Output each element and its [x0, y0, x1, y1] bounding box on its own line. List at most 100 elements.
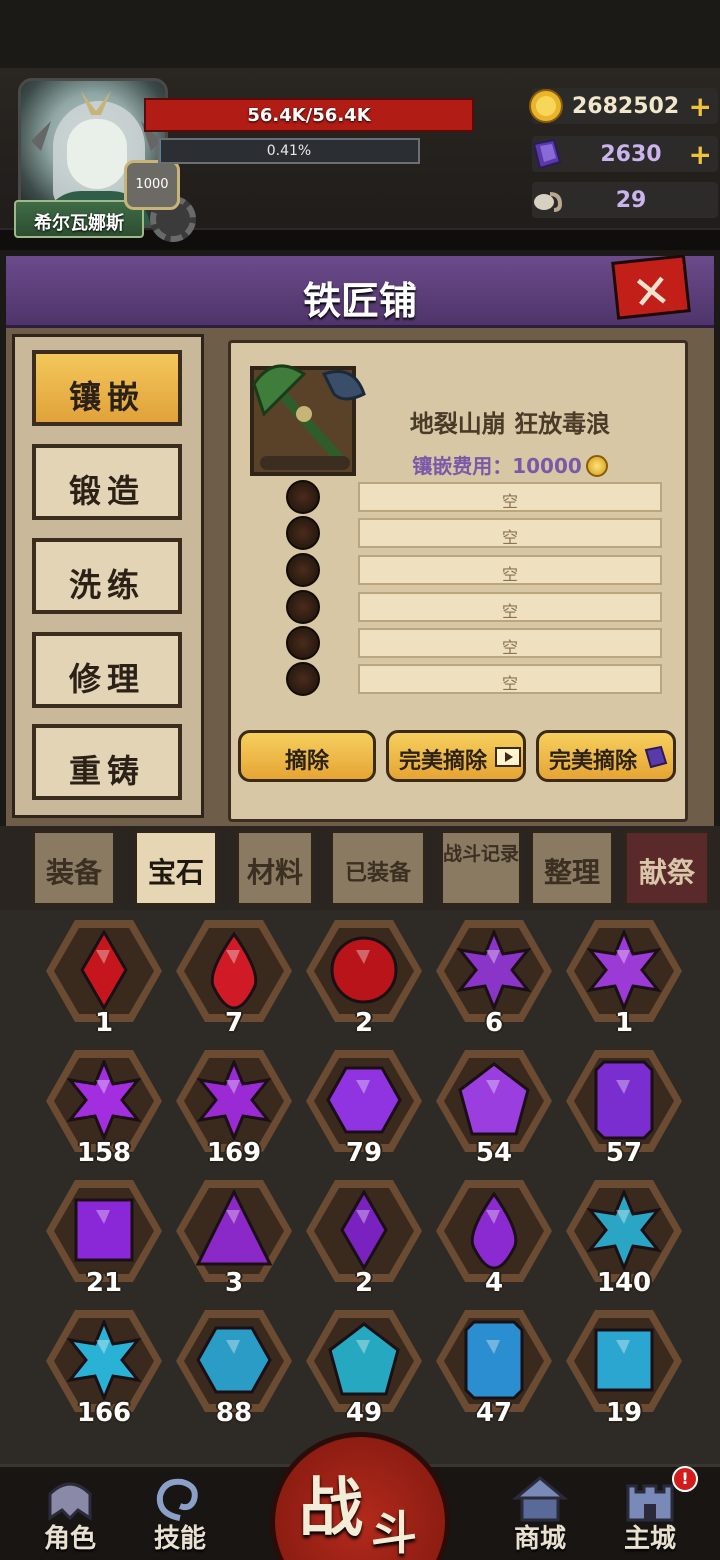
menu-repair-button[interactable]: 修理 — [32, 632, 182, 708]
ram-skull-icon — [534, 192, 563, 212]
add-crystal-button[interactable]: + — [689, 138, 712, 171]
slot-text: 空 — [501, 674, 518, 693]
dragon-axe-icon — [252, 364, 366, 468]
video-ad-icon — [495, 747, 521, 767]
gem-slot-row[interactable]: 空 — [286, 553, 664, 587]
gem-slot-row[interactable]: 空 — [286, 480, 664, 514]
nav-label: 角色 — [43, 1524, 96, 1554]
perfect-remove-ad-button[interactable]: 完美摘除 — [386, 730, 526, 782]
gold-amount: 2682502 — [572, 94, 680, 119]
menu-recast-button[interactable]: 重铸 — [32, 724, 182, 800]
helmet-icon — [48, 1482, 92, 1521]
slot-text: 空 — [501, 602, 518, 621]
pentagon-gem-icon — [328, 1322, 400, 1396]
tab-gems[interactable]: 宝石 — [134, 830, 218, 906]
gem-item[interactable]: 1 — [564, 916, 684, 1038]
menu-inlay-button[interactable]: 镶嵌 — [32, 350, 182, 426]
perfect-remove-crystal-button[interactable]: 完美摘除 — [536, 730, 676, 782]
gem-slot-row[interactable]: 空 — [286, 662, 664, 696]
gem-item[interactable]: 19 — [564, 1306, 684, 1428]
gem-slot: 空 — [358, 555, 662, 585]
gem-count: 140 — [596, 1268, 652, 1298]
gem-item[interactable]: 166 — [44, 1306, 164, 1428]
gem-item[interactable]: 6 — [434, 916, 554, 1038]
gem-slot-row[interactable]: 空 — [286, 626, 664, 660]
socket-icon — [286, 553, 320, 587]
gem-count: 88 — [215, 1398, 253, 1428]
perfect-remove-label: 完美摘除 — [398, 749, 487, 774]
gem-count: 7 — [224, 1008, 244, 1038]
menu-label: 镶嵌 — [68, 378, 145, 416]
remove-button[interactable]: 摘除 — [238, 730, 376, 782]
gem-item[interactable]: 158 — [44, 1046, 164, 1168]
tab-sacrifice[interactable]: 献祭 — [624, 830, 710, 906]
gem-slot-row[interactable]: 空 — [286, 516, 664, 550]
nav-skill-button[interactable]: 技能 — [134, 1468, 226, 1558]
slot-text: 空 — [501, 528, 518, 547]
slot-text: 空 — [501, 565, 518, 584]
remove-label: 摘除 — [284, 749, 329, 774]
page-title: 铁匠铺 — [302, 279, 417, 323]
gem-item[interactable]: 7 — [174, 916, 294, 1038]
gem-item[interactable]: 57 — [564, 1046, 684, 1168]
gem-count: 47 — [475, 1398, 513, 1428]
gem-slot-row[interactable]: 空 — [286, 590, 664, 624]
menu-forge-button[interactable]: 锻造 — [32, 444, 182, 520]
gem-item[interactable]: 54 — [434, 1046, 554, 1168]
inlay-cost: 镶嵌费用：10000 — [360, 450, 660, 479]
gem-slot: 空 — [358, 664, 662, 694]
tab-equipment[interactable]: 装备 — [32, 830, 116, 906]
gem-item[interactable]: 140 — [564, 1176, 684, 1298]
nav-label: 商城 — [513, 1524, 566, 1554]
star-gem-icon — [586, 1190, 662, 1270]
equipment-name: 地裂山崩 狂放毒浪 — [409, 410, 611, 438]
crystal-resource: 2630 + — [532, 136, 718, 172]
gem-item[interactable]: 3 — [174, 1176, 294, 1298]
purple-crystal-icon — [644, 745, 668, 769]
close-button[interactable]: ✕ — [611, 254, 691, 321]
gem-item[interactable]: 1 — [44, 916, 164, 1038]
gem-item[interactable]: 169 — [174, 1046, 294, 1168]
nav-shop-button[interactable]: 商城 — [494, 1468, 586, 1558]
gem-item[interactable]: 4 — [434, 1176, 554, 1298]
gem-item[interactable]: 88 — [174, 1306, 294, 1428]
emerald-gem-icon — [594, 1060, 654, 1140]
level-badge: 1000 — [124, 160, 180, 210]
nav-role-button[interactable]: 角色 — [24, 1468, 116, 1558]
player-name: 希尔瓦娜斯 — [34, 213, 124, 234]
gem-count: 158 — [76, 1138, 132, 1168]
gem-count: 79 — [345, 1138, 383, 1168]
gem-slot: 空 — [358, 592, 662, 622]
add-gold-button[interactable]: + — [689, 90, 712, 123]
gem-item[interactable]: 2 — [304, 916, 424, 1038]
tab-sort[interactable]: 整理 — [530, 830, 614, 906]
gold-coin-icon — [529, 89, 563, 123]
tab-label: 装备 — [45, 856, 102, 889]
tab-label: 整理 — [543, 856, 600, 889]
equipment-slot[interactable] — [250, 364, 366, 476]
gem-item[interactable]: 21 — [44, 1176, 164, 1298]
gem-item[interactable]: 47 — [434, 1306, 554, 1428]
gem-slot: 空 — [358, 518, 662, 548]
gem-item[interactable]: 2 — [304, 1176, 424, 1298]
menu-refine-button[interactable]: 洗练 — [32, 538, 182, 614]
tab-battle-log[interactable]: 战斗记录 — [440, 830, 522, 906]
battle-label-1: 战 — [299, 1472, 363, 1546]
gem-item[interactable]: 49 — [304, 1306, 424, 1428]
tab-equipped[interactable]: 已装备 — [330, 830, 426, 906]
gem-count: 21 — [85, 1268, 123, 1298]
hp-text: 56.4K/56.4K — [247, 105, 371, 126]
crystal-amount: 2630 — [600, 142, 662, 167]
socket-icon — [286, 662, 320, 696]
pentagon-gem-icon — [458, 1062, 530, 1136]
gem-item[interactable]: 79 — [304, 1046, 424, 1168]
star-gem-icon — [196, 1060, 272, 1140]
gem-slot: 空 — [358, 628, 662, 658]
gem-count: 4 — [484, 1268, 504, 1298]
gem-count: 19 — [605, 1398, 643, 1428]
round-gem-icon — [330, 936, 398, 1004]
gem-count: 3 — [224, 1268, 244, 1298]
tab-materials[interactable]: 材料 — [236, 830, 314, 906]
gem-inventory-grid: 1 7 2 6 1 158 169 79 54 57 21 3 2 4 140 166 88 49 47 19 — [0, 910, 720, 1464]
hexagon-gem-icon — [326, 1066, 402, 1134]
